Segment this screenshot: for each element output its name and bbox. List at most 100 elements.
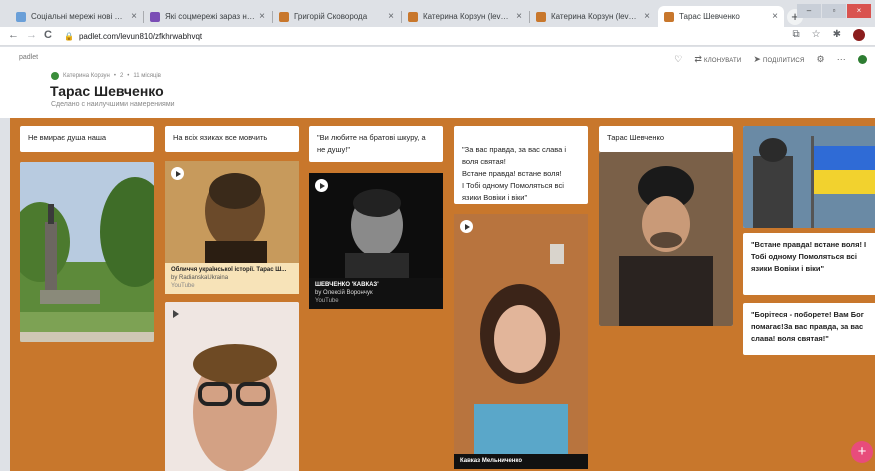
page-title: Тарас Шевченко bbox=[50, 83, 164, 99]
author-avatar-icon bbox=[51, 72, 59, 80]
tab-favicon-icon bbox=[150, 11, 160, 22]
add-post-button[interactable]: + bbox=[851, 441, 873, 463]
window-controls: – ▫ × bbox=[797, 4, 871, 18]
video-thumbnail bbox=[454, 214, 588, 454]
browser-tab-active[interactable]: Тарас Шевченко × bbox=[658, 6, 784, 27]
padlet-logo[interactable]: padlet bbox=[19, 54, 38, 61]
tab-favicon-icon bbox=[16, 11, 26, 22]
wall-column: "Ви любите на братові шкуру, а не душу!"… bbox=[309, 126, 443, 309]
post-card[interactable]: "За вас правда, за вас слава і воля свят… bbox=[454, 126, 588, 204]
author-name[interactable]: Катерина Корзун bbox=[63, 73, 110, 79]
post-image[interactable] bbox=[599, 152, 733, 326]
profile-icon[interactable] bbox=[853, 29, 865, 41]
share-button[interactable]: ➤ ПОДІЛИТИСЯ bbox=[753, 54, 804, 65]
video-card[interactable]: ШЕВЧЕНКО 'КАВКАЗ' by Олексій Ворончук Yo… bbox=[309, 173, 443, 309]
video-thumbnail bbox=[309, 173, 443, 278]
meta-dot: • bbox=[113, 73, 116, 79]
wall-column: "За вас правда, за вас слава і воля свят… bbox=[454, 126, 588, 469]
portrait-thumbnail bbox=[165, 161, 299, 263]
tab-favicon-icon bbox=[408, 11, 418, 22]
browser-tab[interactable]: Катерина Корзун (levun810) × bbox=[530, 6, 656, 27]
post-image[interactable] bbox=[743, 126, 875, 228]
play-icon[interactable] bbox=[173, 310, 179, 318]
post-card[interactable]: Тарас Шевченко bbox=[599, 126, 733, 152]
window-close-icon[interactable]: × bbox=[847, 4, 871, 18]
post-text: "Ви любите на братові шкуру, а не душу!" bbox=[317, 133, 426, 154]
heart-icon[interactable]: ♡ bbox=[674, 54, 682, 65]
post-text: Тарас Шевченко bbox=[607, 133, 665, 142]
browser-tab[interactable]: Григорій Сковорода × bbox=[273, 6, 400, 27]
maximize-icon[interactable]: ▫ bbox=[822, 4, 846, 18]
tab-close-icon[interactable]: × bbox=[388, 11, 394, 22]
tab-title: Григорій Сковорода bbox=[294, 12, 368, 21]
video-source: YouTube bbox=[171, 283, 195, 289]
play-icon[interactable] bbox=[315, 179, 328, 192]
tab-title: Соціальні мережі нові можли bbox=[31, 12, 127, 21]
post-text: Не вмирає душа наша bbox=[28, 133, 107, 142]
video-card[interactable]: Обличчя української історії. Тарас Ш... … bbox=[165, 161, 299, 294]
shevchenko-portrait bbox=[599, 152, 733, 326]
remake-icon: ⇄ bbox=[694, 54, 703, 64]
tab-title: Катерина Корзун (levun810) bbox=[423, 12, 512, 21]
tab-title: Катерина Корзун (levun810) bbox=[551, 12, 640, 21]
browser-tab[interactable]: Які соцмережі зараз найпопул × bbox=[144, 6, 271, 27]
address-bar[interactable]: 🔒 padlet.com/levun810/zfkhrwabhvqt bbox=[64, 29, 764, 44]
wall-column: "Встане правда! встане воля! І Тобі одно… bbox=[743, 126, 875, 355]
page-subtitle: Сделано с наилучшими намерениями bbox=[51, 101, 175, 108]
minimize-icon[interactable]: – bbox=[797, 4, 821, 18]
forward-icon[interactable]: → bbox=[26, 29, 37, 41]
clone-button[interactable]: ⇄ КЛОНУВАТИ bbox=[694, 54, 741, 65]
reload-icon[interactable]: C bbox=[44, 29, 52, 41]
video-card[interactable] bbox=[165, 302, 299, 471]
portrait-thumbnail bbox=[309, 173, 443, 278]
time-ago: 11 місяців bbox=[133, 73, 161, 79]
post-card[interactable]: Не вмирає душа наша bbox=[20, 126, 154, 152]
tab-close-icon[interactable]: × bbox=[772, 11, 778, 22]
padlet-header: padlet Катерина Корзун • 2 • 11 місяців … bbox=[0, 47, 875, 118]
tab-favicon-icon bbox=[536, 11, 546, 22]
play-icon[interactable] bbox=[171, 167, 184, 180]
tab-title: Тарас Шевченко bbox=[679, 12, 740, 21]
post-card[interactable]: "Встане правда! встане воля! І Тобі одно… bbox=[743, 233, 875, 295]
browser-tab[interactable]: Соціальні мережі нові можли × bbox=[10, 6, 143, 27]
more-icon[interactable]: ⋯ bbox=[837, 54, 846, 65]
gear-icon[interactable]: ⚙ bbox=[817, 54, 825, 65]
share-label: ПОДІЛИТИСЯ bbox=[763, 58, 805, 64]
monument-photo bbox=[20, 162, 154, 342]
person-video-frame bbox=[454, 214, 588, 454]
wall-column: Тарас Шевченко bbox=[599, 126, 733, 326]
post-text: На всіх язиках все мовчить bbox=[173, 133, 268, 142]
post-text: "Борітеся - поборете! Вам Бог помагає!За… bbox=[751, 310, 864, 343]
extensions-icon[interactable]: ✱ bbox=[833, 29, 841, 41]
likes-count: 2 bbox=[119, 73, 124, 79]
browser-tab[interactable]: Катерина Корзун (levun810) × bbox=[402, 6, 528, 27]
tab-favicon-icon bbox=[279, 11, 289, 22]
monument-flag-photo bbox=[743, 126, 875, 228]
tab-close-icon[interactable]: × bbox=[131, 11, 137, 22]
clone-label: КЛОНУВАТИ bbox=[704, 58, 742, 64]
post-image[interactable] bbox=[20, 162, 154, 342]
video-channel: by RadianskaUkraina bbox=[171, 275, 229, 281]
browser-tab-strip: Соціальні мережі нові можли × Які соцмер… bbox=[0, 0, 875, 27]
tab-close-icon[interactable]: × bbox=[644, 11, 650, 22]
tab-close-icon[interactable]: × bbox=[516, 11, 522, 22]
post-text: "Встане правда! встане воля! І Тобі одно… bbox=[751, 240, 867, 273]
post-card[interactable]: "Ви любите на братові шкуру, а не душу!" bbox=[309, 126, 443, 162]
post-card[interactable]: "Борітеся - поборете! Вам Бог помагає!За… bbox=[743, 303, 875, 355]
browser-toolbar: ← → C 🔒 padlet.com/levun810/zfkhrwabhvqt … bbox=[0, 27, 875, 46]
video-channel: by Олексій Ворончук bbox=[315, 290, 373, 296]
lock-icon: 🔒 bbox=[64, 32, 74, 41]
cast-icon[interactable]: ⧉ bbox=[793, 29, 800, 41]
padlet-meta: Катерина Корзун • 2 • 11 місяців bbox=[51, 72, 161, 80]
star-icon[interactable]: ☆ bbox=[812, 29, 821, 41]
video-thumbnail bbox=[165, 161, 299, 263]
back-icon[interactable]: ← bbox=[8, 29, 19, 41]
tab-close-icon[interactable]: × bbox=[259, 11, 265, 22]
account-avatar-icon[interactable] bbox=[858, 55, 867, 64]
url-text: padlet.com/levun810/zfkhrwabhvqt bbox=[78, 32, 203, 41]
padlet-wall: Не вмирає душа наша На всіх язиках все м… bbox=[10, 118, 875, 471]
video-card[interactable]: Кавказ Мельниченко bbox=[454, 214, 588, 469]
post-card[interactable]: На всіх язиках все мовчить bbox=[165, 126, 299, 152]
play-icon[interactable] bbox=[460, 220, 473, 233]
tab-title: Які соцмережі зараз найпопул bbox=[165, 12, 255, 21]
